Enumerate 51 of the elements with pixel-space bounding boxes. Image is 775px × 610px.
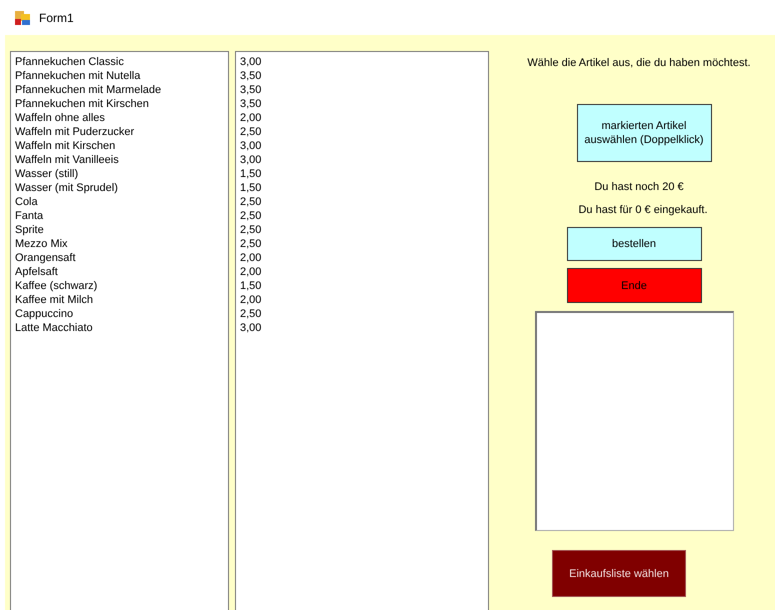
list-item[interactable]: 2,00 [240,111,484,125]
select-button[interactable]: markierten Artikel auswählen (Doppelklick) [576,104,712,162]
product-list[interactable] [10,51,229,610]
list-item[interactable]: Cappuccino [15,307,224,321]
list-item[interactable]: 2,50 [240,307,484,321]
shopping-list-button[interactable]: Einkaufsliste wählen [552,550,686,597]
list-item[interactable]: 3,00 [240,153,484,167]
list-item[interactable]: 3,50 [240,83,484,97]
list-item[interactable]: 2,00 [240,251,484,265]
list-item[interactable]: Waffeln ohne alles [15,111,224,125]
spent-label: Du hast für 0 € eingekauft. [578,204,708,216]
list-item[interactable]: 1,50 [240,181,484,195]
list-item[interactable]: 1,50 [240,279,484,293]
list-item[interactable]: Kaffee mit Milch [15,293,224,307]
list-item[interactable]: 2,50 [240,125,484,139]
list-item[interactable]: 2,50 [240,195,484,209]
list-item[interactable]: Wasser (mit Sprudel) [15,181,224,195]
list-item[interactable]: 2,00 [240,265,484,279]
list-item[interactable]: 3,50 [240,97,484,111]
list-item[interactable]: Kaffee (schwarz) [15,279,224,293]
list-item[interactable]: Pfannekuchen mit Kirschen [15,97,224,111]
list-item[interactable]: Pfannekuchen mit Marmelade [15,83,224,97]
list-item[interactable]: Fanta [15,209,224,223]
list-item[interactable]: 2,00 [240,293,484,307]
list-item[interactable]: Wasser (still) [15,167,224,181]
list-item[interactable]: 3,00 [240,139,484,153]
list-item[interactable]: 3,00 [240,55,484,69]
list-item[interactable]: 2,50 [240,209,484,223]
list-item[interactable]: Waffeln mit Kirschen [15,139,224,153]
list-item[interactable]: Cola [15,195,224,209]
list-item[interactable]: Waffeln mit Vanilleeis [15,153,224,167]
app-icon [15,10,31,24]
window-title: Form1 [39,10,74,24]
list-item[interactable]: Sprite [15,223,224,237]
list-item[interactable]: 2,50 [240,237,484,251]
list-item[interactable]: 3,50 [240,69,484,83]
list-item[interactable]: 3,00 [240,321,484,335]
order-button[interactable]: bestellen [566,227,702,261]
list-item[interactable]: 2,50 [240,223,484,237]
instruction-label: Wähle die Artikel aus, die du haben möchtest. [527,57,751,69]
list-item[interactable]: Mezzo Mix [15,237,224,251]
end-button[interactable]: Ende [566,268,702,303]
price-list[interactable]: 3,00 3,50 3,50 3,50 2,00 2,50 3,00 3,00 1,50 1,50 2,50 2,50 2,50 2,50 2,00 2,00 1,50 2,00 2,50 3,00 [235,51,489,610]
list-item[interactable]: Latte Macchiato [15,321,224,335]
list-item[interactable]: Orangensaft [15,251,224,265]
list-item[interactable]: Pfannekuchen Classic [15,55,224,69]
list-item[interactable]: 1,50 [240,167,484,181]
balance-label: Du hast noch 20 € [594,181,684,193]
list-item[interactable]: Waffeln mit Puderzucker [15,125,224,139]
list-item[interactable]: Pfannekuchen mit Nutella [15,69,224,83]
list-item[interactable]: Apfelsaft [15,265,224,279]
